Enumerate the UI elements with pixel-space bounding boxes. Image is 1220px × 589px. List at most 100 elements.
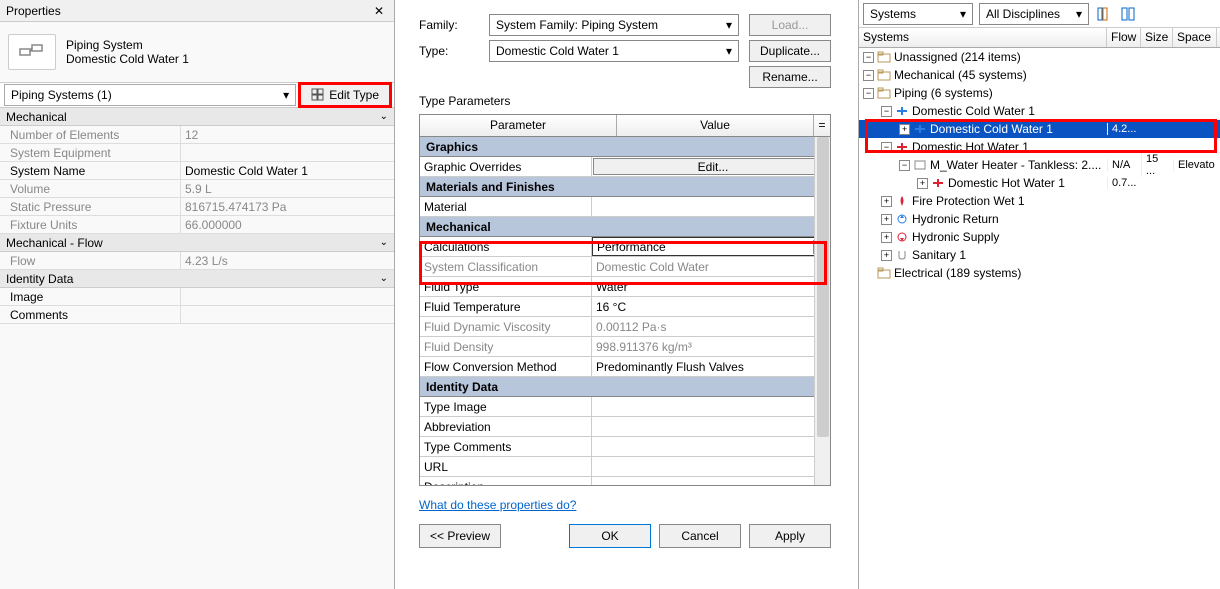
preview-button[interactable]: << Preview — [419, 524, 501, 548]
type-parameters-label: Type Parameters — [419, 94, 831, 108]
property-row[interactable]: Volume5.9 L — [0, 180, 394, 198]
tree-row[interactable]: −Domestic Cold Water 1 — [859, 102, 1220, 120]
tree-label: Piping (6 systems) — [894, 86, 993, 100]
property-row[interactable]: Static Pressure816715.474173 Pa — [0, 198, 394, 216]
parameter-column: Parameter — [420, 115, 617, 136]
type-selector-dropdown[interactable]: Piping Systems (1) ▾ — [4, 84, 296, 106]
section-header[interactable]: Identity Data⌄ — [0, 270, 394, 288]
tree-row[interactable]: − Unassigned (214 items) — [859, 48, 1220, 66]
tp-row[interactable]: Description — [420, 477, 830, 486]
san-icon — [895, 248, 909, 262]
duplicate-button[interactable]: Duplicate... — [749, 40, 831, 62]
calculations-dropdown[interactable]: Performance▾ — [592, 237, 830, 256]
expand-toggle[interactable]: − — [863, 70, 874, 81]
tree-row[interactable]: − Mechanical (45 systems) — [859, 66, 1220, 84]
tp-section-header[interactable]: Identity Data⌄ — [420, 377, 830, 397]
hydsup-icon — [895, 230, 909, 244]
expand-toggle[interactable]: + — [899, 124, 910, 135]
tree-row[interactable]: +Domestic Cold Water 14.2... — [859, 120, 1220, 138]
type-dropdown[interactable]: Domestic Cold Water 1▾ — [489, 40, 739, 62]
ok-button[interactable]: OK — [569, 524, 651, 548]
tp-row[interactable]: Flow Conversion MethodPredominantly Flus… — [420, 357, 830, 377]
tp-row[interactable]: Fluid Density998.911376 kg/m³ — [420, 337, 830, 357]
expand-toggle[interactable]: − — [881, 142, 892, 153]
hydret-icon — [895, 212, 909, 226]
pipe-blue-icon — [913, 122, 927, 136]
type-properties-dialog: Family: System Family: Piping System▾ Lo… — [405, 0, 845, 589]
tree-label: Mechanical (45 systems) — [894, 68, 1027, 82]
summary-name: Domestic Cold Water 1 — [66, 52, 189, 66]
col-space[interactable]: Space — [1173, 28, 1217, 47]
tp-section-header[interactable]: Graphics⌄ — [420, 137, 830, 157]
property-row[interactable]: Number of Elements12 — [0, 126, 394, 144]
tp-row[interactable]: Fluid TypeWater — [420, 277, 830, 297]
tp-section-header[interactable]: Materials and Finishes⌄ — [420, 177, 830, 197]
tree-row[interactable]: +Hydronic Return — [859, 210, 1220, 228]
expand-toggle[interactable]: + — [881, 250, 892, 261]
properties-panel: Properties ✕ Piping System Domestic Cold… — [0, 0, 395, 589]
section-header[interactable]: Mechanical⌄ — [0, 108, 394, 126]
discipline-dropdown[interactable]: All Disciplines▾ — [979, 3, 1089, 25]
expand-toggle[interactable]: − — [881, 106, 892, 117]
property-row[interactable]: System NameDomestic Cold Water 1 — [0, 162, 394, 180]
close-icon[interactable]: ✕ — [370, 4, 388, 18]
tp-row[interactable]: Abbreviation — [420, 417, 830, 437]
property-row[interactable]: Fixture Units66.000000 — [0, 216, 394, 234]
tree-label: Unassigned (214 items) — [894, 50, 1021, 64]
tp-row[interactable]: System ClassificationDomestic Cold Water — [420, 257, 830, 277]
folder-icon — [877, 68, 891, 82]
tp-row[interactable]: Type Image — [420, 397, 830, 417]
folder-icon — [877, 266, 891, 280]
folder-icon — [877, 86, 891, 100]
tp-section-header[interactable]: Mechanical⌄ — [420, 217, 830, 237]
property-row[interactable]: Comments — [0, 306, 394, 324]
value-column: Value — [617, 115, 814, 136]
tree-row[interactable]: − Piping (6 systems) — [859, 84, 1220, 102]
expand-toggle[interactable]: − — [863, 88, 874, 99]
pipe-blue-icon — [895, 104, 909, 118]
expand-toggle[interactable]: − — [899, 160, 910, 171]
apply-button[interactable]: Apply — [749, 524, 831, 548]
tp-row[interactable]: Graphic OverridesEdit... — [420, 157, 830, 177]
expand-toggle[interactable]: + — [881, 232, 892, 243]
expand-toggle[interactable]: + — [917, 178, 928, 189]
property-row[interactable]: Flow4.23 L/s — [0, 252, 394, 270]
tp-row[interactable]: URL — [420, 457, 830, 477]
tree-label: Hydronic Supply — [912, 230, 999, 244]
tree-row[interactable]: + Hydronic Supply — [859, 228, 1220, 246]
tp-row[interactable]: Material — [420, 197, 830, 217]
col-flow[interactable]: Flow — [1107, 28, 1141, 47]
tp-row[interactable]: CalculationsPerformance▾ — [420, 237, 830, 257]
help-link[interactable]: What do these properties do? — [419, 498, 576, 512]
family-dropdown[interactable]: System Family: Piping System▾ — [489, 14, 739, 36]
summary-type: Piping System — [66, 38, 189, 52]
view-dropdown[interactable]: Systems▾ — [863, 3, 973, 25]
equals-icon[interactable]: = — [814, 115, 830, 136]
tree-label: Fire Protection Wet 1 — [912, 194, 1025, 208]
expand-toggle[interactable]: + — [881, 196, 892, 207]
fire-icon — [895, 194, 909, 208]
tree-row[interactable]: + Fire Protection Wet 1 — [859, 192, 1220, 210]
tree-row[interactable]: + Sanitary 1 — [859, 246, 1220, 264]
tree-label: Domestic Hot Water 1 — [912, 140, 1029, 154]
property-row[interactable]: Image — [0, 288, 394, 306]
expand-toggle[interactable]: − — [863, 52, 874, 63]
section-header[interactable]: Mechanical - Flow⌄ — [0, 234, 394, 252]
refresh-icon[interactable] — [1119, 5, 1137, 23]
rename-button[interactable]: Rename... — [749, 66, 831, 88]
col-systems[interactable]: Systems — [859, 28, 1107, 47]
column-settings-icon[interactable] — [1095, 5, 1113, 23]
cancel-button[interactable]: Cancel — [659, 524, 741, 548]
scrollbar[interactable] — [814, 137, 830, 485]
tree-row[interactable]: −M_Water Heater - Tankless: 2....N/A15 .… — [859, 156, 1220, 174]
tp-row[interactable]: Type Comments — [420, 437, 830, 457]
edit-type-button[interactable]: Edit Type — [300, 84, 390, 106]
tree-row[interactable]: Electrical (189 systems) — [859, 264, 1220, 282]
property-row[interactable]: System Equipment — [0, 144, 394, 162]
edit-button[interactable]: Edit... — [593, 158, 829, 175]
expand-toggle[interactable]: + — [881, 214, 892, 225]
tree-label: Sanitary 1 — [912, 248, 966, 262]
col-size[interactable]: Size — [1141, 28, 1173, 47]
tp-row[interactable]: Fluid Temperature16 °C — [420, 297, 830, 317]
tp-row[interactable]: Fluid Dynamic Viscosity0.00112 Pa·s — [420, 317, 830, 337]
